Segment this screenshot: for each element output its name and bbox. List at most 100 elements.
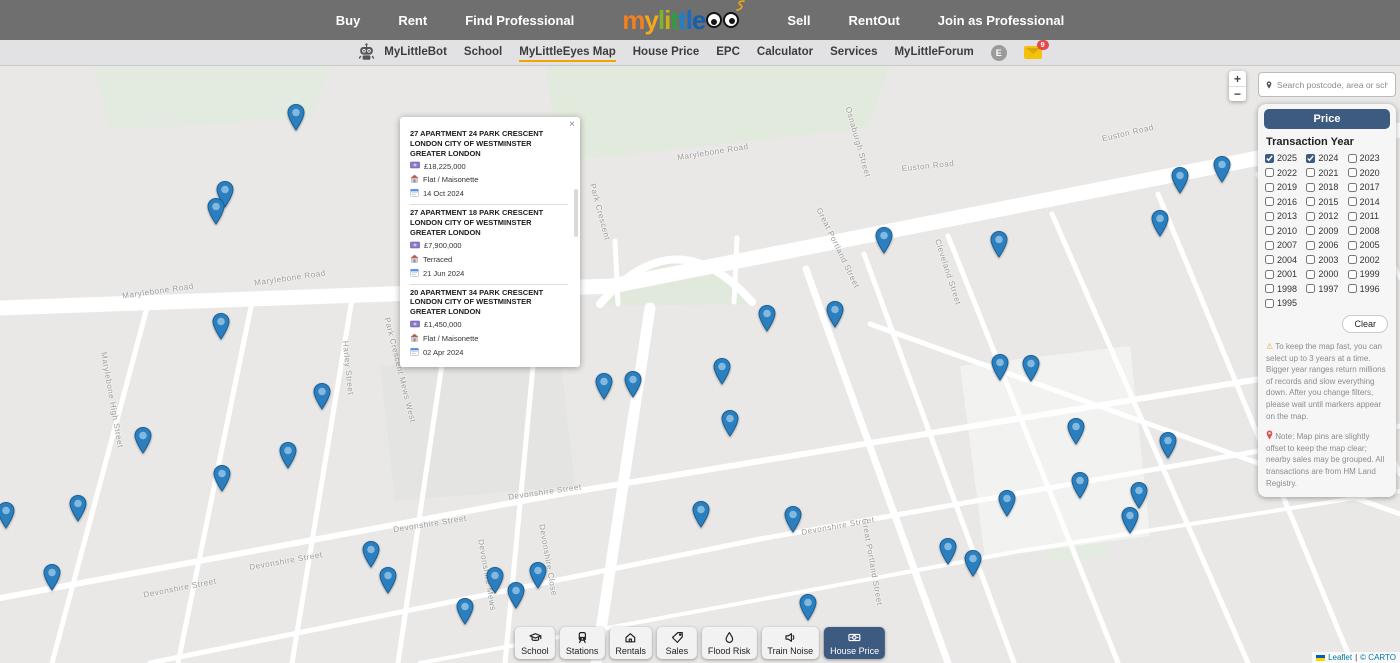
map-pin[interactable] — [990, 353, 1010, 381]
map-pin[interactable] — [757, 304, 777, 332]
year-checkbox-2018[interactable]: 2018 — [1306, 182, 1347, 192]
map-pin[interactable] — [989, 230, 1009, 258]
year-checkbox-2019[interactable]: 2019 — [1265, 182, 1306, 192]
year-checkbox-input-1995[interactable] — [1265, 299, 1274, 308]
map-pin[interactable] — [1066, 417, 1086, 445]
year-checkbox-2021[interactable]: 2021 — [1306, 168, 1347, 178]
year-checkbox-input-1999[interactable] — [1348, 270, 1357, 279]
toolbar-button-flood-risk[interactable]: Flood Risk — [702, 627, 757, 659]
subnav-item-house-price[interactable]: House Price — [633, 43, 699, 62]
property-popup[interactable]: × 27 APARTMENT 24 PARK CRESCENT LONDON C… — [400, 117, 580, 367]
year-checkbox-2024[interactable]: 2024 — [1306, 153, 1347, 163]
year-checkbox-1998[interactable]: 1998 — [1265, 284, 1306, 294]
year-checkbox-input-2025[interactable] — [1265, 154, 1274, 163]
subnav-item-mylittleforum[interactable]: MyLittleForum — [894, 43, 973, 62]
year-checkbox-1995[interactable]: 1995 — [1265, 298, 1306, 308]
year-checkbox-2003[interactable]: 2003 — [1306, 255, 1347, 265]
year-checkbox-2022[interactable]: 2022 — [1265, 168, 1306, 178]
year-checkbox-2001[interactable]: 2001 — [1265, 269, 1306, 279]
year-checkbox-input-2007[interactable] — [1265, 241, 1274, 250]
year-checkbox-1999[interactable]: 1999 — [1348, 269, 1389, 279]
year-checkbox-input-2013[interactable] — [1265, 212, 1274, 221]
map-pin[interactable] — [1129, 481, 1149, 509]
user-avatar[interactable]: E — [991, 45, 1007, 61]
year-checkbox-input-2002[interactable] — [1348, 255, 1357, 264]
map-pin[interactable] — [997, 489, 1017, 517]
year-checkbox-input-2016[interactable] — [1265, 197, 1274, 206]
year-checkbox-input-2003[interactable] — [1306, 255, 1315, 264]
toolbar-button-school[interactable]: School — [515, 627, 555, 659]
map-pin[interactable] — [133, 426, 153, 454]
year-checkbox-2005[interactable]: 2005 — [1348, 240, 1389, 250]
subnav-item-services[interactable]: Services — [830, 43, 877, 62]
subnav-item-mylittlebot[interactable]: MyLittleBot — [384, 43, 447, 62]
map-pin[interactable] — [506, 581, 526, 609]
map-pin[interactable] — [594, 372, 614, 400]
map-pin[interactable] — [798, 593, 818, 621]
map-pin[interactable] — [68, 494, 88, 522]
toolbar-button-rentals[interactable]: Rentals — [609, 627, 652, 659]
year-checkbox-input-2021[interactable] — [1306, 168, 1315, 177]
year-checkbox-2014[interactable]: 2014 — [1348, 197, 1389, 207]
year-checkbox-2010[interactable]: 2010 — [1265, 226, 1306, 236]
toolbar-button-stations[interactable]: Stations — [560, 627, 605, 659]
year-checkbox-2015[interactable]: 2015 — [1306, 197, 1347, 207]
map-pin[interactable] — [874, 226, 894, 254]
year-checkbox-input-2012[interactable] — [1306, 212, 1315, 221]
popup-scrollbar[interactable] — [574, 189, 578, 237]
year-checkbox-input-2008[interactable] — [1348, 226, 1357, 235]
year-checkbox-2023[interactable]: 2023 — [1348, 153, 1389, 163]
map-pin[interactable] — [1170, 166, 1190, 194]
leaflet-link[interactable]: Leaflet — [1328, 653, 1352, 662]
year-checkbox-input-1996[interactable] — [1348, 284, 1357, 293]
subnav-item-mylittleeyes-map[interactable]: MyLittleEyes Map — [519, 43, 616, 62]
map-pin[interactable] — [42, 563, 62, 591]
year-checkbox-input-2020[interactable] — [1348, 168, 1357, 177]
toolbar-button-train-noise[interactable]: Train Noise — [761, 627, 819, 659]
zoom-out-button[interactable]: − — [1229, 86, 1246, 101]
search-input[interactable] — [1277, 80, 1388, 90]
map-pin[interactable] — [1021, 354, 1041, 382]
map-pin[interactable] — [1120, 506, 1140, 534]
year-checkbox-input-2009[interactable] — [1306, 226, 1315, 235]
mail-icon[interactable]: 9 — [1024, 46, 1042, 59]
map-pin[interactable] — [1150, 209, 1170, 237]
year-checkbox-input-2004[interactable] — [1265, 255, 1274, 264]
toolbar-button-sales[interactable]: Sales — [657, 627, 697, 659]
map-pin[interactable] — [361, 540, 381, 568]
year-checkbox-2016[interactable]: 2016 — [1265, 197, 1306, 207]
year-checkbox-input-2017[interactable] — [1348, 183, 1357, 192]
map-pin[interactable] — [1212, 155, 1232, 183]
year-checkbox-input-2019[interactable] — [1265, 183, 1274, 192]
year-checkbox-input-2022[interactable] — [1265, 168, 1274, 177]
map-canvas[interactable]: Marylebone RoadMarylebone RoadMarylebone… — [0, 66, 1400, 663]
year-checkbox-2004[interactable]: 2004 — [1265, 255, 1306, 265]
year-checkbox-2011[interactable]: 2011 — [1348, 211, 1389, 221]
year-checkbox-input-1997[interactable] — [1306, 284, 1315, 293]
map-pin[interactable] — [963, 549, 983, 577]
map-pin[interactable] — [0, 501, 16, 529]
year-checkbox-input-2023[interactable] — [1348, 154, 1357, 163]
year-checkbox-1997[interactable]: 1997 — [1306, 284, 1347, 294]
map-pin[interactable] — [720, 409, 740, 437]
map-pin[interactable] — [278, 441, 298, 469]
nav-item-sell[interactable]: Sell — [787, 13, 810, 28]
year-checkbox-input-2005[interactable] — [1348, 241, 1357, 250]
year-checkbox-2006[interactable]: 2006 — [1306, 240, 1347, 250]
year-checkbox-2007[interactable]: 2007 — [1265, 240, 1306, 250]
year-checkbox-2017[interactable]: 2017 — [1348, 182, 1389, 192]
year-checkbox-input-2018[interactable] — [1306, 183, 1315, 192]
map-pin[interactable] — [1070, 471, 1090, 499]
map-pin[interactable] — [212, 464, 232, 492]
map-pin[interactable] — [485, 566, 505, 594]
year-checkbox-input-2024[interactable] — [1306, 154, 1315, 163]
year-checkbox-input-2015[interactable] — [1306, 197, 1315, 206]
nav-item-find-professional[interactable]: Find Professional — [465, 13, 574, 28]
year-checkbox-1996[interactable]: 1996 — [1348, 284, 1389, 294]
year-checkbox-2025[interactable]: 2025 — [1265, 153, 1306, 163]
price-panel-header[interactable]: Price — [1264, 109, 1390, 129]
subnav-item-calculator[interactable]: Calculator — [757, 43, 813, 62]
nav-item-rent[interactable]: Rent — [398, 13, 427, 28]
year-checkbox-input-2014[interactable] — [1348, 197, 1357, 206]
map-pin[interactable] — [623, 370, 643, 398]
